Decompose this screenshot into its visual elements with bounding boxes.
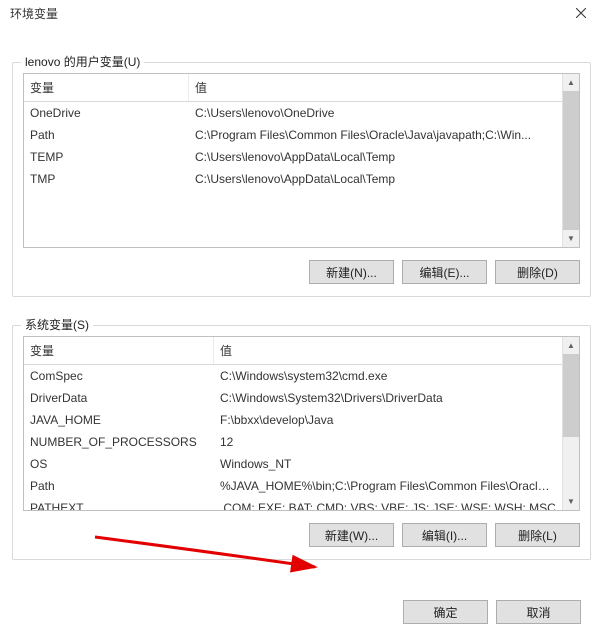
table-row[interactable]: NUMBER_OF_PROCESSORS12 — [24, 431, 562, 453]
system-delete-button[interactable]: 删除(L) — [495, 523, 580, 547]
system-vars-table: 变量 值 ComSpecC:\Windows\system32\cmd.exe … — [23, 336, 580, 511]
system-vars-header: 变量 值 — [24, 337, 562, 365]
system-vars-label: 系统变量(S) — [21, 316, 93, 333]
col-header-value[interactable]: 值 — [214, 337, 562, 364]
col-header-name[interactable]: 变量 — [24, 337, 214, 364]
table-row[interactable]: JAVA_HOMEF:\bbxx\develop\Java — [24, 409, 562, 431]
scroll-down-icon[interactable]: ▼ — [563, 493, 579, 510]
table-row[interactable]: DriverDataC:\Windows\System32\Drivers\Dr… — [24, 387, 562, 409]
user-vars-table: 变量 值 OneDriveC:\Users\lenovo\OneDrive Pa… — [23, 73, 580, 248]
close-button[interactable] — [559, 1, 603, 25]
system-vars-group: 系统变量(S) 变量 值 ComSpecC:\Windows\system32\… — [12, 325, 591, 560]
table-row[interactable]: TMPC:\Users\lenovo\AppData\Local\Temp — [24, 168, 562, 190]
scroll-up-icon[interactable]: ▲ — [563, 337, 579, 354]
user-vars-header: 变量 值 — [24, 74, 562, 102]
user-vars-label: lenovo 的用户变量(U) — [21, 53, 144, 70]
scroll-thumb[interactable] — [563, 91, 579, 230]
user-vars-scrollbar[interactable]: ▲ ▼ — [562, 74, 579, 247]
scroll-down-icon[interactable]: ▼ — [563, 230, 579, 247]
table-row[interactable]: PATHEXT.COM;.EXE;.BAT;.CMD;.VBS;.VBE;.JS… — [24, 497, 562, 510]
ok-button[interactable]: 确定 — [403, 600, 488, 624]
table-row[interactable]: OneDriveC:\Users\lenovo\OneDrive — [24, 102, 562, 124]
scroll-up-icon[interactable]: ▲ — [563, 74, 579, 91]
table-row[interactable]: OSWindows_NT — [24, 453, 562, 475]
cancel-button[interactable]: 取消 — [496, 600, 581, 624]
system-new-button[interactable]: 新建(W)... — [309, 523, 394, 547]
col-header-value[interactable]: 值 — [189, 74, 562, 101]
user-edit-button[interactable]: 编辑(E)... — [402, 260, 487, 284]
user-vars-group: lenovo 的用户变量(U) 变量 值 OneDriveC:\Users\le… — [12, 62, 591, 297]
user-new-button[interactable]: 新建(N)... — [309, 260, 394, 284]
col-header-name[interactable]: 变量 — [24, 74, 189, 101]
close-icon — [576, 8, 586, 18]
system-vars-scrollbar[interactable]: ▲ ▼ — [562, 337, 579, 510]
system-edit-button[interactable]: 编辑(I)... — [402, 523, 487, 547]
table-row[interactable]: Path%JAVA_HOME%\bin;C:\Program Files\Com… — [24, 475, 562, 497]
table-row[interactable]: PathC:\Program Files\Common Files\Oracle… — [24, 124, 562, 146]
scroll-thumb[interactable] — [563, 354, 579, 437]
table-row[interactable]: ComSpecC:\Windows\system32\cmd.exe — [24, 365, 562, 387]
window-title: 环境变量 — [10, 5, 58, 22]
user-delete-button[interactable]: 删除(D) — [495, 260, 580, 284]
titlebar: 环境变量 — [0, 0, 603, 26]
table-row[interactable]: TEMPC:\Users\lenovo\AppData\Local\Temp — [24, 146, 562, 168]
